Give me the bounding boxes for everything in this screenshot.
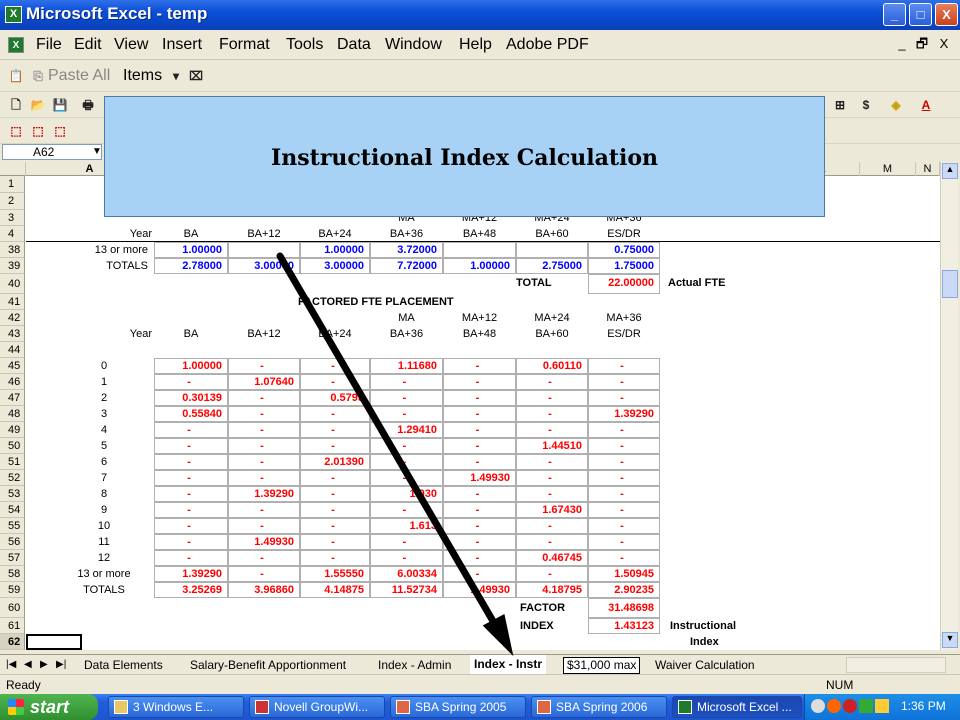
annotation-arrow: [276, 252, 514, 657]
arrow-shaft: [276, 252, 501, 632]
arrow-head: [482, 613, 514, 657]
excel-window: X Microsoft Excel - temp _ □ X X File Ed…: [0, 0, 960, 720]
